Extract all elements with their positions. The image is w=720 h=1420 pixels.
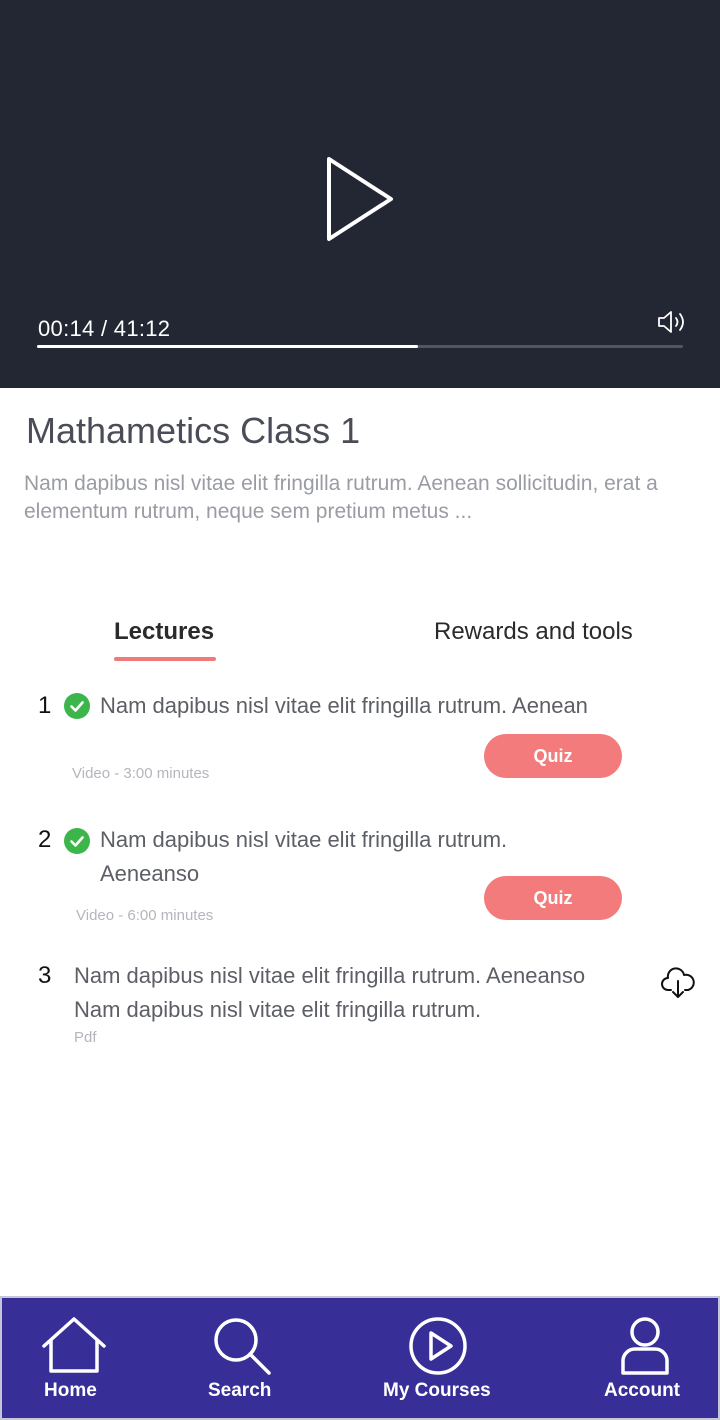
lecture-title: Nam dapibus nisl vitae elit fringilla ru… [74,963,586,1022]
nav-account[interactable]: Account [600,1298,690,1418]
playback-time: 00:14 / 41:12 [38,316,171,341]
progress-bar-fill [37,345,419,348]
tab-rewards-and-tools[interactable]: Rewards and tools [434,618,633,646]
course-description: Nam dapibus nisl vitae elit fringilla ru… [24,472,658,523]
search-icon [214,1318,271,1375]
course-title: Mathametics Class 1 [26,410,361,451]
nav-account-label: Account [604,1380,680,1401]
play-circle-icon [409,1317,467,1375]
check-circle-icon [64,828,90,854]
lecture-meta: Pdf [74,1029,97,1046]
nav-home-label: Home [44,1380,97,1401]
lecture-meta: Video - 6:00 minutes [76,907,214,924]
video-player[interactable]: 00:14 / 41:12 [0,0,720,388]
nav-my-courses-label: My Courses [383,1380,491,1401]
lecture-title: Nam dapibus nisl vitae elit fringilla ru… [100,693,588,718]
bottom-navigation: Home Search My Courses Account [0,1296,720,1420]
volume-icon[interactable] [656,309,688,335]
home-icon [42,1317,106,1373]
lecture-number: 3 [38,962,52,989]
user-icon [621,1317,669,1375]
quiz-button[interactable]: Quiz [484,876,622,920]
lecture-number: 2 [38,826,52,853]
quiz-button[interactable]: Quiz [484,734,622,778]
nav-home[interactable]: Home [36,1298,112,1418]
cloud-download-icon[interactable] [660,964,696,1000]
progress-bar[interactable] [37,345,683,348]
check-circle-icon [64,693,90,719]
tab-lectures[interactable]: Lectures [114,618,214,646]
nav-search-label: Search [208,1380,272,1401]
play-icon[interactable] [322,154,398,244]
lecture-number: 1 [38,692,52,719]
nav-my-courses[interactable]: My Courses [380,1298,500,1418]
lecture-meta: Video - 3:00 minutes [72,765,210,782]
active-tab-indicator [114,657,216,661]
nav-search[interactable]: Search [202,1298,282,1418]
